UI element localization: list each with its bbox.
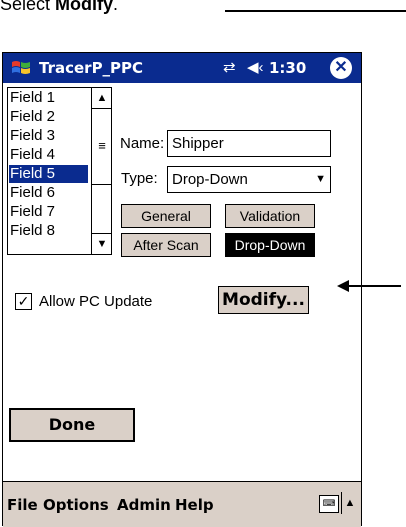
list-item[interactable]: Field 2 (9, 108, 88, 126)
list-item[interactable]: Field 4 (9, 146, 88, 164)
menu-options[interactable]: Options (43, 496, 109, 514)
field-list[interactable]: Field 1 Field 2 Field 3 Field 4 Field 5 … (7, 87, 112, 255)
type-select[interactable]: Drop-Down ▼ (167, 166, 331, 193)
menu-file[interactable]: File (7, 496, 38, 514)
caption-suffix: . (113, 0, 119, 14)
tab-validation[interactable]: Validation (225, 204, 315, 228)
windows-flag-icon[interactable] (10, 57, 32, 79)
clock-time[interactable]: 1:30 (269, 59, 306, 77)
connectivity-icon[interactable]: ⇄ (223, 58, 236, 76)
list-item[interactable]: Field 8 (9, 222, 88, 240)
checkmark-icon: ✓ (17, 293, 30, 309)
list-item[interactable]: Field 6 (9, 184, 88, 202)
list-item[interactable]: Field 1 (9, 89, 88, 107)
title-bar: TracerP_PPC ⇄ ◀‹ 1:30 ✕ (3, 53, 361, 83)
arrow-up-icon[interactable]: ▲ (341, 492, 358, 514)
caption-bold: Modify (55, 0, 114, 14)
name-label: Name: (120, 135, 165, 152)
callout-line (225, 10, 406, 12)
pointer-arrow-icon (337, 280, 401, 292)
scroll-up-icon[interactable]: ▲ (92, 88, 111, 109)
list-item[interactable]: Field 5 (9, 165, 88, 183)
done-button[interactable]: Done (9, 408, 135, 442)
tab-general[interactable]: General (121, 204, 211, 228)
volume-icon[interactable]: ◀‹ (247, 58, 264, 76)
scroll-thumb[interactable]: ≡ (92, 108, 111, 185)
keyboard-icon[interactable]: ⌨ (319, 495, 339, 513)
tab-drop-down[interactable]: Drop-Down (225, 233, 315, 257)
allow-pc-update-checkbox[interactable]: ✓ (15, 293, 32, 310)
pocketpc-screen: TracerP_PPC ⇄ ◀‹ 1:30 ✕ Field 1 Field 2 … (2, 52, 362, 527)
close-icon[interactable]: ✕ (330, 57, 352, 79)
caption-prefix: Select (0, 0, 56, 14)
name-field[interactable]: Shipper (167, 130, 331, 157)
scroll-down-icon[interactable]: ▼ (92, 233, 111, 254)
list-item[interactable]: Field 7 (9, 203, 88, 221)
dropdown-chevron-icon: ▼ (315, 173, 326, 185)
list-item[interactable]: Field 3 (9, 127, 88, 145)
menu-admin[interactable]: Admin (117, 496, 171, 514)
app-title: TracerP_PPC (39, 59, 144, 77)
menu-bar: File Options Admin Help ⌨ ▲ (3, 481, 361, 527)
instruction-caption: Select Modify. (0, 0, 118, 15)
list-scrollbar[interactable]: ▲ ≡ ▼ (91, 88, 111, 254)
tab-after-scan[interactable]: After Scan (121, 233, 211, 257)
type-label: Type: (121, 170, 158, 187)
modify-button[interactable]: Modify... (218, 286, 309, 314)
type-select-value: Drop-Down (172, 171, 248, 188)
allow-pc-update-label[interactable]: Allow PC Update (39, 293, 152, 310)
menu-help[interactable]: Help (175, 496, 214, 514)
